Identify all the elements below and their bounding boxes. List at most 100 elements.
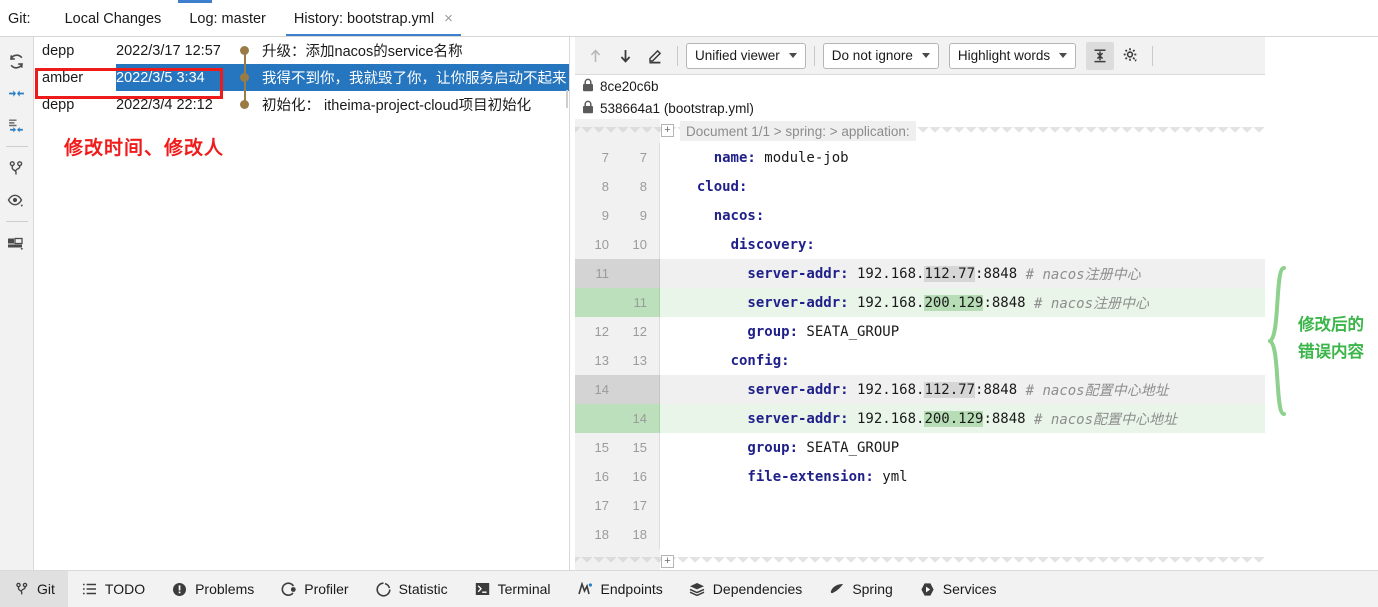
statusbar-item-dependencies[interactable]: Dependencies bbox=[676, 571, 816, 607]
annotation-text-changed-content: 修改后的 错误内容 bbox=[1298, 312, 1364, 366]
statusbar-item-services[interactable]: Services bbox=[906, 571, 1010, 607]
statusbar-item-profiler[interactable]: Profiler bbox=[267, 571, 361, 607]
line-content: cloud: bbox=[660, 172, 1265, 201]
diff-line-deleted[interactable]: 11 server-addr: 192.168. 112.77:8848 # na… bbox=[575, 259, 1265, 288]
history-toolbar-rail bbox=[0, 37, 34, 570]
layout-icon[interactable] bbox=[2, 227, 32, 259]
annotation-line-1: 修改后的 bbox=[1298, 316, 1364, 334]
line-content: config: bbox=[660, 346, 1265, 375]
collapse-all-icon[interactable] bbox=[2, 77, 32, 109]
yaml-comment: # nacos注册中心 bbox=[1017, 266, 1141, 283]
refresh-icon[interactable] bbox=[2, 45, 32, 77]
diff-line[interactable]: 13 13 config: bbox=[575, 346, 1265, 375]
highlight-mode-label: Highlight words bbox=[957, 48, 1051, 63]
diff-line-deleted[interactable]: 14 server-addr: 192.168. 112.77:8848 # na… bbox=[575, 375, 1265, 404]
statusbar-item-problems[interactable]: Problems bbox=[158, 571, 267, 607]
tab-history-bootstrap-yml[interactable]: History: bootstrap.yml × bbox=[280, 0, 467, 37]
yaml-key: discovery: bbox=[730, 236, 815, 253]
line-number-right: 18 bbox=[632, 527, 647, 542]
yaml-value: yml bbox=[873, 468, 908, 485]
yaml-value-changed: 112.77 bbox=[924, 265, 976, 282]
diff-line[interactable]: 17 17 bbox=[575, 491, 1265, 520]
ignore-mode-dropdown[interactable]: Do not ignore bbox=[822, 42, 939, 69]
line-gutter: 11 bbox=[575, 259, 660, 288]
revision-row-before: 8ce20c6b bbox=[575, 75, 1265, 97]
statusbar-item-todo[interactable]: TODO bbox=[68, 571, 158, 607]
yaml-value-prefix: 192.168. bbox=[848, 265, 925, 282]
git-tool-window-tabbar: Git: Local Changes Log: master History: … bbox=[0, 0, 1378, 37]
yaml-value-suffix: :8848 bbox=[975, 265, 1018, 282]
statusbar-label-spring: Spring bbox=[852, 581, 893, 597]
statusbar-item-statistic[interactable]: Statistic bbox=[362, 571, 461, 607]
statusbar-item-endpoints[interactable]: Endpoints bbox=[564, 571, 676, 607]
diff-line-added[interactable]: 11 server-addr: 192.168. 200.129:8848 # n… bbox=[575, 288, 1265, 317]
yaml-key: group: bbox=[747, 439, 798, 456]
expand-fold-button[interactable]: + bbox=[661, 124, 674, 137]
statusbar-label-profiler: Profiler bbox=[304, 581, 349, 597]
line-number-left: 7 bbox=[601, 150, 609, 165]
expand-selection-icon[interactable] bbox=[2, 109, 32, 141]
folded-region-bottom[interactable]: + bbox=[575, 549, 1265, 570]
yaml-value: SEATA_GROUP bbox=[798, 439, 900, 456]
diff-line[interactable]: 10 10 discovery: bbox=[575, 230, 1265, 259]
commit-author: depp bbox=[42, 96, 75, 113]
yaml-key: cloud: bbox=[696, 178, 748, 195]
table-row[interactable]: amber 2022/3/5 3:34 我得不到你，我就毁了你，让你服务启动不起… bbox=[34, 64, 570, 91]
line-content: file-extension: yml bbox=[660, 462, 1265, 491]
pencil-icon[interactable] bbox=[641, 42, 669, 70]
fold-gutter bbox=[575, 549, 660, 570]
line-gutter: 10 10 bbox=[575, 230, 660, 259]
line-content: server-addr: 192.168. 112.77:8848 # nacos… bbox=[660, 375, 1265, 404]
diff-line[interactable]: 12 12 group: SEATA_GROUP bbox=[575, 317, 1265, 346]
scrollbar-thumb[interactable] bbox=[566, 90, 568, 108]
branch-icon[interactable] bbox=[2, 152, 32, 184]
diff-line[interactable]: 15 15 group: SEATA_GROUP bbox=[575, 433, 1265, 462]
collapse-lines-icon[interactable] bbox=[1086, 41, 1115, 70]
line-number-right: 9 bbox=[639, 208, 647, 223]
line-number-left: 18 bbox=[594, 527, 609, 542]
tab-local-changes[interactable]: Local Changes bbox=[51, 0, 176, 37]
annotation-brace bbox=[1265, 266, 1290, 416]
highlight-mode-dropdown[interactable]: Highlight words bbox=[948, 42, 1077, 69]
git-branch-icon bbox=[13, 581, 30, 598]
down-arrow-icon[interactable] bbox=[611, 42, 639, 70]
close-icon[interactable]: × bbox=[444, 11, 453, 26]
gear-icon[interactable] bbox=[1116, 42, 1144, 70]
line-number-left: 9 bbox=[601, 208, 609, 223]
diff-line[interactable]: 18 18 bbox=[575, 520, 1265, 549]
line-content: nacos: bbox=[660, 201, 1265, 230]
diff-code-area[interactable]: 7 7 name: module-job 8 8 cloud: 9 9 naco… bbox=[575, 143, 1265, 549]
diff-line[interactable]: 9 9 nacos: bbox=[575, 201, 1265, 230]
statusbar-label-endpoints: Endpoints bbox=[600, 581, 663, 597]
chevron-down-icon bbox=[1059, 53, 1068, 58]
diff-line[interactable]: 7 7 name: module-job bbox=[575, 143, 1265, 172]
yaml-value-prefix: 192.168. bbox=[848, 294, 925, 311]
folded-region-top[interactable]: + Document 1/1 > spring: > application: bbox=[575, 119, 1265, 143]
expand-fold-button[interactable]: + bbox=[661, 555, 674, 568]
tab-log-master[interactable]: Log: master bbox=[175, 0, 280, 37]
statusbar-item-spring[interactable]: Spring bbox=[815, 571, 905, 607]
yaml-value-changed: 200.129 bbox=[924, 410, 984, 427]
yaml-key: server-addr: bbox=[747, 410, 849, 427]
breadcrumb: Document 1/1 > spring: > application: bbox=[680, 121, 916, 141]
yaml-comment: # nacos注册中心 bbox=[1025, 295, 1150, 312]
commit-message: 升级：添加nacos的service名称 bbox=[262, 44, 463, 60]
diff-line[interactable]: 16 16 file-extension: yml bbox=[575, 462, 1265, 491]
annotation-line-2: 错误内容 bbox=[1298, 343, 1364, 361]
commit-history-list[interactable]: depp 2022/3/17 12:57 升级：添加nacos的service名… bbox=[34, 37, 570, 570]
diff-line[interactable]: 8 8 cloud: bbox=[575, 172, 1265, 201]
line-content bbox=[660, 520, 1265, 549]
yaml-comment: # nacos配置中心地址 bbox=[1025, 411, 1178, 428]
line-gutter: 9 9 bbox=[575, 201, 660, 230]
up-arrow-icon[interactable] bbox=[581, 42, 609, 70]
panel-divider[interactable] bbox=[569, 37, 570, 570]
diff-line-added[interactable]: 14 server-addr: 192.168. 200.129:8848 # n… bbox=[575, 404, 1265, 433]
statusbar-item-git[interactable]: Git bbox=[0, 570, 68, 607]
yaml-key: name: bbox=[713, 149, 756, 166]
statusbar-item-terminal[interactable]: Terminal bbox=[461, 571, 564, 607]
eye-icon[interactable] bbox=[2, 184, 32, 216]
table-row[interactable]: depp 2022/3/4 22:12 初始化： itheima-project… bbox=[34, 91, 570, 118]
viewer-mode-dropdown[interactable]: Unified viewer bbox=[686, 42, 806, 69]
table-row[interactable]: depp 2022/3/17 12:57 升级：添加nacos的service名… bbox=[34, 37, 570, 64]
ignore-mode-label: Do not ignore bbox=[831, 48, 913, 63]
